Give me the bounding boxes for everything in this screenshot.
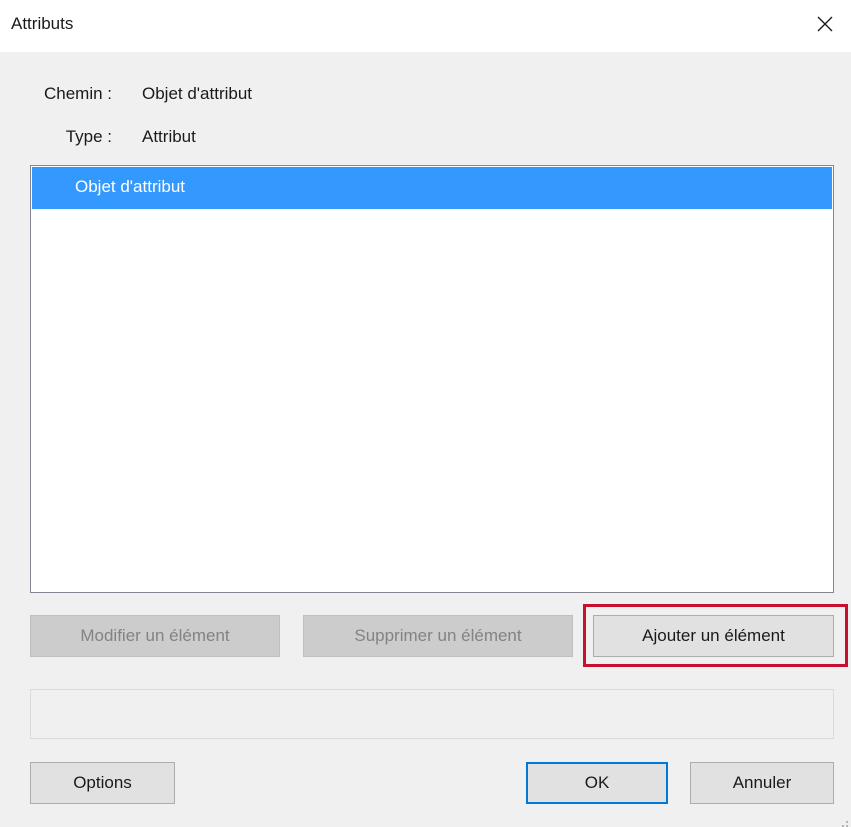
close-button[interactable] — [799, 0, 851, 52]
resize-grip-icon[interactable] — [839, 815, 849, 827]
list-item-label: Objet d'attribut — [75, 177, 186, 196]
window-title: Attributs — [11, 14, 74, 33]
type-value: Attribut — [142, 127, 196, 146]
status-panel — [30, 689, 834, 739]
cancel-label: Annuler — [732, 773, 792, 792]
add-item-button[interactable]: Ajouter un élément — [593, 615, 834, 657]
path-label: Chemin : — [43, 84, 112, 103]
ok-label: OK — [584, 773, 610, 792]
options-label: Options — [73, 773, 132, 792]
ok-button[interactable]: OK — [526, 762, 668, 804]
cancel-button[interactable]: Annuler — [690, 762, 834, 804]
close-icon — [817, 16, 833, 37]
path-value: Objet d'attribut — [142, 84, 253, 103]
type-label: Type : — [65, 127, 112, 146]
modify-item-label: Modifier un élément — [80, 626, 230, 645]
add-item-label: Ajouter un élément — [642, 626, 785, 645]
attributes-dialog: Attributs Chemin : Objet d'attribut Type… — [0, 0, 851, 827]
list-item[interactable]: Objet d'attribut — [32, 167, 832, 209]
delete-item-label: Supprimer un élément — [354, 626, 522, 645]
options-button[interactable]: Options — [30, 762, 175, 804]
attribute-list[interactable]: Objet d'attribut — [30, 165, 834, 593]
modify-item-button[interactable]: Modifier un élément — [30, 615, 280, 657]
delete-item-button[interactable]: Supprimer un élément — [303, 615, 573, 657]
title-bar: Attributs — [0, 0, 851, 52]
